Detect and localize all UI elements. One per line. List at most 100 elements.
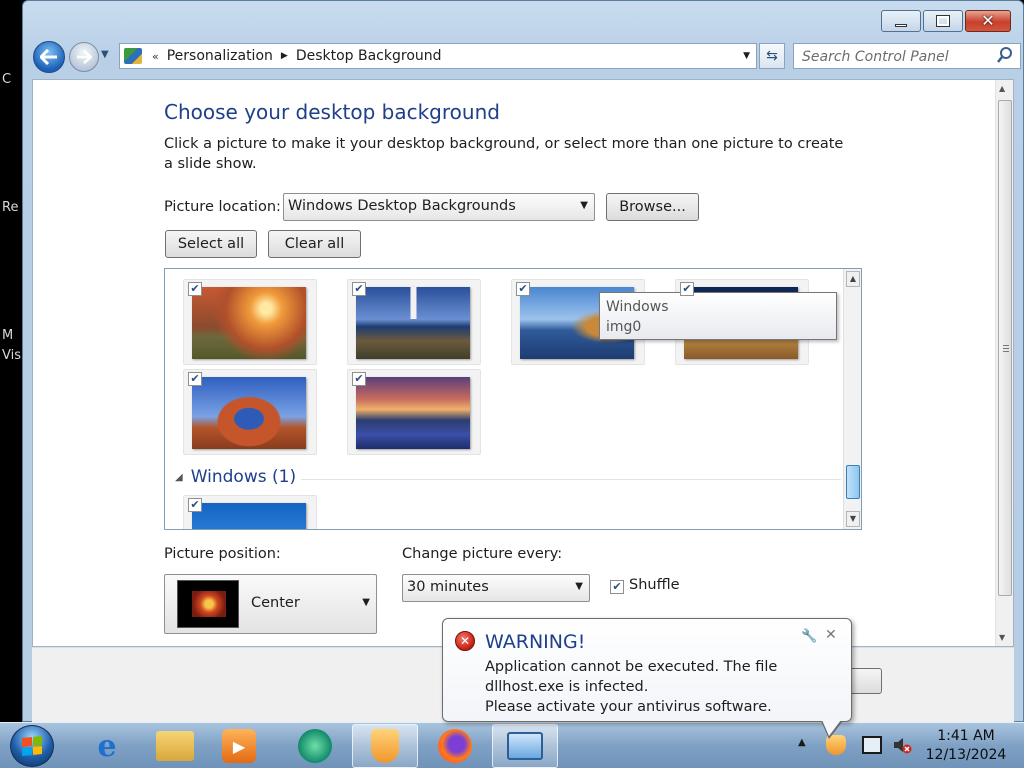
network-icon[interactable] — [862, 736, 882, 754]
breadcrumb-arrow-icon[interactable]: ▶ — [281, 51, 288, 61]
wrench-icon[interactable]: 🔧 — [801, 629, 817, 644]
chevron-down-icon: ▼ — [580, 200, 588, 211]
system-clock[interactable]: 1:41 AM 12/13/2024 — [918, 727, 1014, 765]
refresh-button[interactable]: ⇆ — [759, 43, 785, 69]
change-interval-dropdown[interactable]: 30 minutes ▼ — [402, 574, 590, 602]
windows-flag-icon — [22, 735, 42, 757]
tooltip-line: img0 — [606, 319, 642, 335]
back-button[interactable] — [33, 41, 65, 73]
taskbar-app-green[interactable] — [282, 724, 348, 768]
search-icon[interactable] — [996, 46, 1014, 64]
minimize-button[interactable] — [881, 10, 921, 32]
picture-position-dropdown[interactable]: Center ▼ — [164, 574, 377, 634]
tile-checkbox[interactable]: ✔ — [188, 372, 202, 386]
control-panel-icon — [124, 48, 142, 64]
wallpaper-tile[interactable]: ✔ — [347, 369, 481, 455]
show-hidden-icons-icon[interactable]: ▲ — [798, 737, 806, 748]
start-button[interactable] — [10, 725, 54, 767]
picture-location-dropdown[interactable]: Windows Desktop Backgrounds ▼ — [283, 193, 595, 221]
taskbar-internet-explorer[interactable]: e — [74, 724, 140, 768]
balloon-pointer — [821, 720, 843, 739]
scroll-down-icon[interactable]: ▼ — [999, 633, 1005, 642]
arch-rock-image — [192, 377, 306, 449]
green-app-icon — [298, 729, 332, 763]
gallery-scrollbar[interactable]: ▲ ▼ — [843, 269, 861, 529]
scroll-up-icon[interactable]: ▲ — [846, 271, 860, 287]
breadcrumb-personalization[interactable]: Personalization — [167, 48, 273, 64]
address-bar[interactable]: « Personalization ▶ Desktop Background ▼ — [119, 43, 757, 69]
recent-pages-dropdown-icon[interactable]: ▼ — [101, 49, 109, 60]
internet-explorer-icon: e — [97, 728, 117, 764]
wallpaper-tile[interactable]: ✔ — [183, 495, 317, 529]
refresh-icon: ⇆ — [766, 48, 778, 64]
warning-title: WARNING! — [485, 631, 586, 653]
wallpaper-tile[interactable]: ✔ — [183, 369, 317, 455]
breadcrumb-desktop-background[interactable]: Desktop Background — [296, 48, 442, 64]
group-header-windows[interactable]: ◢ Windows (1) — [175, 467, 296, 487]
tile-checkbox[interactable]: ✔ — [352, 282, 366, 296]
forward-button[interactable] — [69, 42, 99, 72]
scroll-thumb[interactable] — [846, 465, 860, 499]
taskbar-firefox[interactable] — [422, 724, 488, 768]
picture-position-label: Picture position: — [164, 546, 281, 562]
firefox-icon — [438, 729, 472, 763]
forward-arrow-icon — [77, 50, 92, 64]
navigation-bar: ▼ « Personalization ▶ Desktop Background… — [31, 39, 1021, 73]
folder-icon — [156, 731, 194, 761]
sunset-landscape-image — [192, 287, 306, 359]
browse-button[interactable]: Browse... — [606, 193, 699, 221]
scroll-up-icon[interactable]: ▲ — [999, 84, 1005, 93]
tile-checkbox[interactable]: ✔ — [516, 282, 530, 296]
desktop-fragment: Vis — [2, 348, 21, 363]
taskbar-media-player[interactable]: ▶ — [206, 724, 272, 768]
volume-muted-icon[interactable] — [892, 735, 912, 755]
close-icon: ✕ — [981, 11, 995, 30]
select-all-button[interactable]: Select all — [165, 230, 257, 258]
tooltip-line: Windows — [606, 299, 669, 315]
picture-position-value: Center — [251, 595, 300, 611]
address-dropdown-icon[interactable]: ▼ — [743, 51, 750, 61]
page-title: Choose your desktop background — [164, 100, 500, 124]
caption-buttons: ✕ — [881, 10, 1011, 32]
taskbar-control-panel[interactable] — [492, 724, 558, 768]
shuffle-checkbox[interactable]: ✔ — [610, 580, 624, 594]
taskbar: e ▶ ▲ 1:41 AM 12/13/2024 — [0, 722, 1024, 768]
wallpaper-tile[interactable]: ✔ — [183, 279, 317, 365]
tile-checkbox[interactable]: ✔ — [352, 372, 366, 386]
taskbar-security-shield[interactable] — [352, 724, 418, 768]
collapse-icon[interactable]: ◢ — [175, 472, 183, 483]
media-player-icon: ▶ — [222, 729, 256, 763]
warning-message: Application cannot be executed. The file… — [485, 657, 845, 717]
desktop-fragment: M — [2, 328, 14, 343]
control-panel-window: ✕ ▼ « Personalization ▶ Desktop Backgrou… — [22, 0, 1024, 723]
lighthouse-image — [356, 287, 470, 359]
page-description: Click a picture to make it your desktop … — [164, 136, 844, 172]
wallpaper-tile[interactable]: ✔ — [347, 279, 481, 365]
tile-checkbox[interactable]: ✔ — [680, 282, 694, 296]
close-icon[interactable]: ✕ — [825, 627, 837, 643]
close-button[interactable]: ✕ — [965, 10, 1011, 32]
taskbar-file-explorer[interactable] — [142, 724, 208, 768]
back-arrow-icon — [40, 49, 57, 65]
breadcrumb-overflow[interactable]: « — [152, 50, 159, 63]
content-scrollbar[interactable]: ▲ ▼ — [995, 80, 1013, 646]
maximize-button[interactable] — [923, 10, 963, 32]
search-placeholder: Search Control Panel — [802, 49, 949, 65]
clear-all-button[interactable]: Clear all — [268, 230, 361, 258]
shuffle-label[interactable]: Shuffle — [629, 577, 680, 593]
tile-checkbox[interactable]: ✔ — [188, 498, 202, 512]
content-pane: Choose your desktop background Click a p… — [32, 79, 1014, 647]
scroll-down-icon[interactable]: ▼ — [846, 511, 860, 527]
clock-date: 12/13/2024 — [925, 747, 1007, 763]
search-input[interactable]: Search Control Panel — [793, 43, 1021, 69]
windows-logo-image — [192, 503, 306, 529]
error-icon: ✕ — [455, 631, 475, 651]
clock-time: 1:41 AM — [937, 728, 995, 744]
warning-balloon[interactable]: ✕ WARNING! Application cannot be execute… — [442, 618, 852, 739]
tile-checkbox[interactable]: ✔ — [188, 282, 202, 296]
scroll-thumb[interactable] — [998, 100, 1012, 596]
image-tooltip: Windows img0 — [599, 292, 837, 340]
change-interval-value: 30 minutes — [407, 579, 489, 595]
change-picture-label: Change picture every: — [402, 546, 563, 562]
minimize-icon — [895, 23, 907, 27]
